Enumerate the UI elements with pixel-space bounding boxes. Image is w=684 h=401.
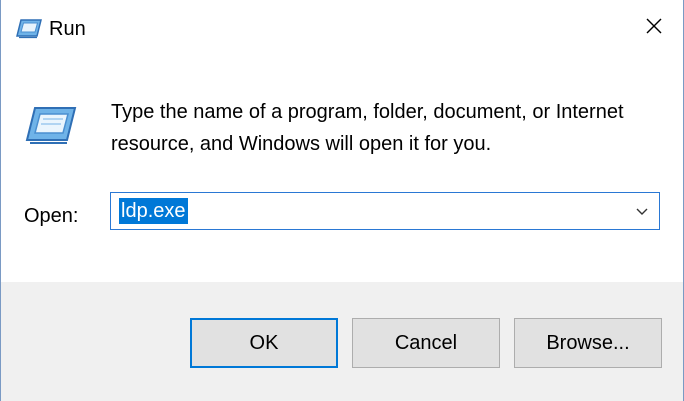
window-title: Run bbox=[49, 18, 86, 40]
run-icon bbox=[23, 104, 79, 146]
run-dialog: Run Type the name of a program, folder, … bbox=[0, 0, 684, 401]
cancel-button[interactable]: Cancel bbox=[352, 318, 500, 368]
open-label: Open: bbox=[24, 205, 79, 227]
open-input[interactable]: ldp.exe bbox=[119, 198, 188, 224]
open-combobox[interactable]: ldp.exe bbox=[110, 192, 660, 230]
instruction-text: Type the name of a program, folder, docu… bbox=[111, 101, 624, 155]
browse-button[interactable]: Browse... bbox=[514, 318, 662, 368]
title-bar[interactable]: Run bbox=[1, 0, 683, 56]
run-icon bbox=[15, 17, 43, 39]
ok-button[interactable]: OK bbox=[190, 318, 338, 368]
close-button[interactable] bbox=[625, 0, 683, 56]
close-icon bbox=[645, 17, 663, 40]
chevron-down-icon[interactable] bbox=[635, 205, 649, 217]
